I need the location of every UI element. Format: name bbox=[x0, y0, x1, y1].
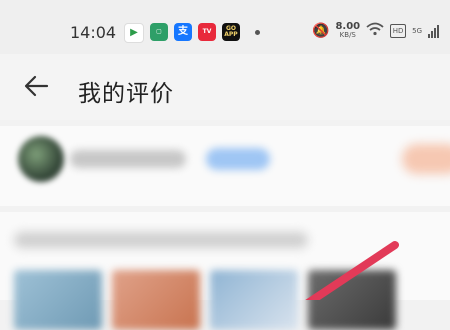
action-button[interactable] bbox=[402, 144, 450, 174]
net-speed: 8.00 KB/S bbox=[335, 22, 360, 40]
hd-icon: HD bbox=[390, 24, 407, 38]
go-app-icon: GO APP bbox=[222, 23, 240, 41]
signal-icon bbox=[428, 24, 440, 38]
reviewer-card bbox=[0, 126, 450, 206]
review-image-thumbnail[interactable] bbox=[14, 270, 102, 330]
notification-app-icons: ▶ ▢ 支 TV GO APP bbox=[124, 23, 240, 43]
user-tag-badge bbox=[206, 148, 270, 170]
review-image-row bbox=[14, 270, 396, 330]
more-notifications-dot-icon bbox=[255, 30, 260, 35]
review-text-blurred bbox=[14, 232, 308, 248]
review-image-thumbnail[interactable] bbox=[210, 270, 298, 330]
status-bar: 14:04 ▶ ▢ 支 TV GO APP 🔕 8.00 KB/S HD 5G bbox=[0, 0, 450, 54]
status-time: 14:04 bbox=[70, 23, 117, 42]
network-type: 5G bbox=[412, 26, 423, 35]
status-indicators: 🔕 8.00 KB/S HD 5G bbox=[312, 22, 440, 40]
mute-bell-icon: 🔕 bbox=[312, 23, 330, 39]
username-blurred bbox=[70, 150, 186, 168]
back-arrow-icon[interactable] bbox=[22, 72, 50, 100]
review-item bbox=[0, 212, 450, 330]
tv-app-icon: TV bbox=[198, 23, 216, 41]
net-speed-unit: KB/S bbox=[339, 31, 356, 39]
review-image-thumbnail[interactable] bbox=[112, 270, 200, 330]
net-speed-value: 8.00 bbox=[335, 21, 361, 32]
page-title: 我的评价 bbox=[78, 81, 174, 107]
review-image-thumbnail[interactable] bbox=[308, 270, 396, 330]
wifi-icon bbox=[366, 22, 384, 40]
page-header: 我的评价 bbox=[0, 54, 450, 120]
chat-app-icon: ▢ bbox=[150, 23, 168, 41]
avatar[interactable] bbox=[18, 136, 64, 182]
alipay-icon: 支 bbox=[174, 23, 192, 41]
play-store-icon: ▶ bbox=[124, 23, 144, 43]
